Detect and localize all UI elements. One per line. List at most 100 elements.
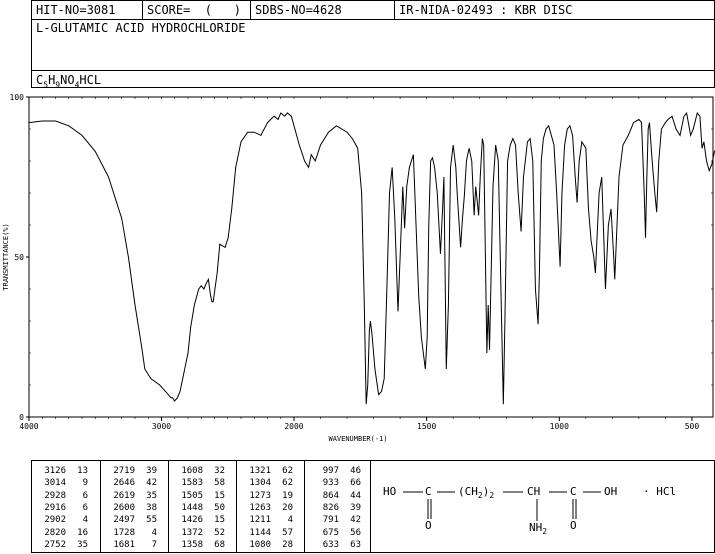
peak-transmittance: 15 xyxy=(214,490,225,501)
spectrum-header: HIT-NO=3081 SCORE= ( ) SDBS-NO=4628 IR-N… xyxy=(31,0,715,89)
x-tick-label: 1000 xyxy=(550,422,569,431)
peak-wavenumber: 1211 xyxy=(249,515,271,526)
peak-wavenumber: 1505 xyxy=(181,490,203,501)
peak-transmittance: 38 xyxy=(146,502,157,513)
x-tick-label: 4000 xyxy=(19,422,38,431)
peak-row: 1211 4 xyxy=(241,514,301,526)
peak-row: 1263 20 xyxy=(241,502,301,514)
peak-row: 633 63 xyxy=(309,539,369,551)
struct-o1: O xyxy=(425,519,432,532)
peak-row: 1358 68 xyxy=(173,539,233,551)
compound-name: L-GLUTAMIC ACID HYDROCHLORIDE xyxy=(36,21,246,35)
peak-wavenumber: 2820 xyxy=(44,527,66,538)
peak-wavenumber: 1426 xyxy=(181,515,203,526)
peak-row: 2902 4 xyxy=(36,514,96,526)
peak-transmittance: 63 xyxy=(350,539,361,550)
peak-transmittance: 44 xyxy=(350,490,361,501)
peak-row: 1144 57 xyxy=(241,527,301,539)
peak-row: 3014 9 xyxy=(36,477,96,489)
peak-row: 2646 42 xyxy=(105,477,165,489)
peak-transmittance: 55 xyxy=(146,515,157,526)
x-tick-label: 3000 xyxy=(152,422,171,431)
peak-row: 1080 28 xyxy=(241,539,301,551)
peak-table: 3126 13 3014 9 2928 6 2916 6 2902 4 2820 16 2752 35 27… xyxy=(31,460,371,553)
struct-ch: CH xyxy=(527,485,541,498)
peak-wavenumber: 1728 xyxy=(113,527,135,538)
x-tick-label: 500 xyxy=(685,422,700,431)
peak-row: 675 56 xyxy=(309,527,369,539)
peak-row: 1426 15 xyxy=(173,514,233,526)
struct-hcl: · HCl xyxy=(643,485,677,498)
y-tick-label: 50 xyxy=(14,253,24,262)
struct-c1: C xyxy=(425,485,432,498)
x-axis-label: WAVENUMBER(-1) xyxy=(328,435,387,443)
source-info: IR-NIDA-02493 : KBR DISC xyxy=(394,1,714,19)
peak-column: 1608 32 1583 58 1505 15 1448 50 1426 15 1372 52 1358… xyxy=(168,461,236,552)
peak-row: 826 39 xyxy=(309,502,369,514)
peak-transmittance: 13 xyxy=(77,466,88,476)
struct-o2: O xyxy=(570,519,577,532)
peak-wavenumber: 1608 xyxy=(181,466,203,476)
peak-column: 3126 13 3014 9 2928 6 2916 6 2902 4 2820 16 2752 35 xyxy=(32,461,100,552)
score: SCORE= ( ) xyxy=(142,1,250,19)
peak-wavenumber: 1448 xyxy=(181,502,203,513)
peak-wavenumber: 1273 xyxy=(249,490,271,501)
peak-row: 2928 6 xyxy=(36,490,96,502)
spectrum-line xyxy=(28,111,715,405)
peak-row: 1583 58 xyxy=(173,477,233,489)
peak-row: 1608 32 xyxy=(173,465,233,477)
struct-oh: OH xyxy=(604,485,618,498)
peak-row: 1681 7 xyxy=(105,539,165,551)
peak-row: 1505 15 xyxy=(173,490,233,502)
peak-row: 1372 52 xyxy=(173,527,233,539)
peak-transmittance: 15 xyxy=(214,515,225,526)
sdbs-number: SDBS-NO=4628 xyxy=(250,1,394,19)
formula-row: C5H9NO4HCL xyxy=(32,70,714,89)
peak-row: 2497 55 xyxy=(105,514,165,526)
structure-bonds xyxy=(403,491,601,521)
peak-transmittance: 4 xyxy=(151,527,157,538)
peak-transmittance: 62 xyxy=(282,466,293,476)
peak-transmittance: 68 xyxy=(214,539,225,550)
peak-wavenumber: 2600 xyxy=(113,502,135,513)
peak-transmittance: 39 xyxy=(350,502,361,513)
peak-row: 2916 6 xyxy=(36,502,96,514)
peak-row: 2719 39 xyxy=(105,465,165,477)
peak-row: 2752 35 xyxy=(36,539,96,551)
peak-transmittance: 16 xyxy=(77,527,88,538)
peak-wavenumber: 1583 xyxy=(181,478,203,489)
peak-transmittance: 6 xyxy=(82,490,88,501)
peak-transmittance: 32 xyxy=(214,466,225,476)
header-top-row: HIT-NO=3081 SCORE= ( ) SDBS-NO=4628 IR-N… xyxy=(32,1,714,20)
y-tick-label: 100 xyxy=(10,93,25,102)
peak-wavenumber: 1358 xyxy=(181,539,203,550)
peak-transmittance: 42 xyxy=(146,478,157,489)
struct-ch2-group: (CH2)2 xyxy=(458,485,495,501)
peak-wavenumber: 2928 xyxy=(44,490,66,501)
peak-row: 1321 62 xyxy=(241,465,301,477)
peak-transmittance: 62 xyxy=(282,478,293,489)
peak-wavenumber: 791 xyxy=(322,515,339,526)
ir-spectrum-chart: 4000 3000 2000 1500 1000 500 0 50 100 WAVENUMBER(… xyxy=(2,93,715,443)
peak-wavenumber: 1372 xyxy=(181,527,203,538)
hit-number: HIT-NO=3081 xyxy=(36,3,116,17)
peak-wavenumber: 3014 xyxy=(44,478,66,489)
struct-c2: C xyxy=(570,485,577,498)
peak-wavenumber: 2619 xyxy=(113,490,135,501)
peak-wavenumber: 864 xyxy=(322,490,339,501)
peak-wavenumber: 826 xyxy=(322,502,339,513)
peak-wavenumber: 1263 xyxy=(249,502,271,513)
peak-wavenumber: 2497 xyxy=(113,515,135,526)
molecular-formula: C5H9NO4HCL xyxy=(36,73,102,90)
y-tick-label: 0 xyxy=(19,413,24,422)
peak-wavenumber: 1144 xyxy=(249,527,271,538)
peak-column: 997 46 933 66 864 44 826 39 791 42 675 56 633 63 xyxy=(304,461,372,552)
peak-transmittance: 4 xyxy=(82,515,88,526)
structure-diagram: HO C (CH2)2 CH C OH · HCl O O NH2 xyxy=(371,460,715,553)
peak-transmittance: 20 xyxy=(282,502,293,513)
x-tick-label: 2000 xyxy=(284,422,303,431)
peak-transmittance: 39 xyxy=(146,466,157,476)
peak-transmittance: 7 xyxy=(151,539,157,550)
peak-row: 997 46 xyxy=(309,465,369,477)
struct-ho: HO xyxy=(383,485,397,498)
